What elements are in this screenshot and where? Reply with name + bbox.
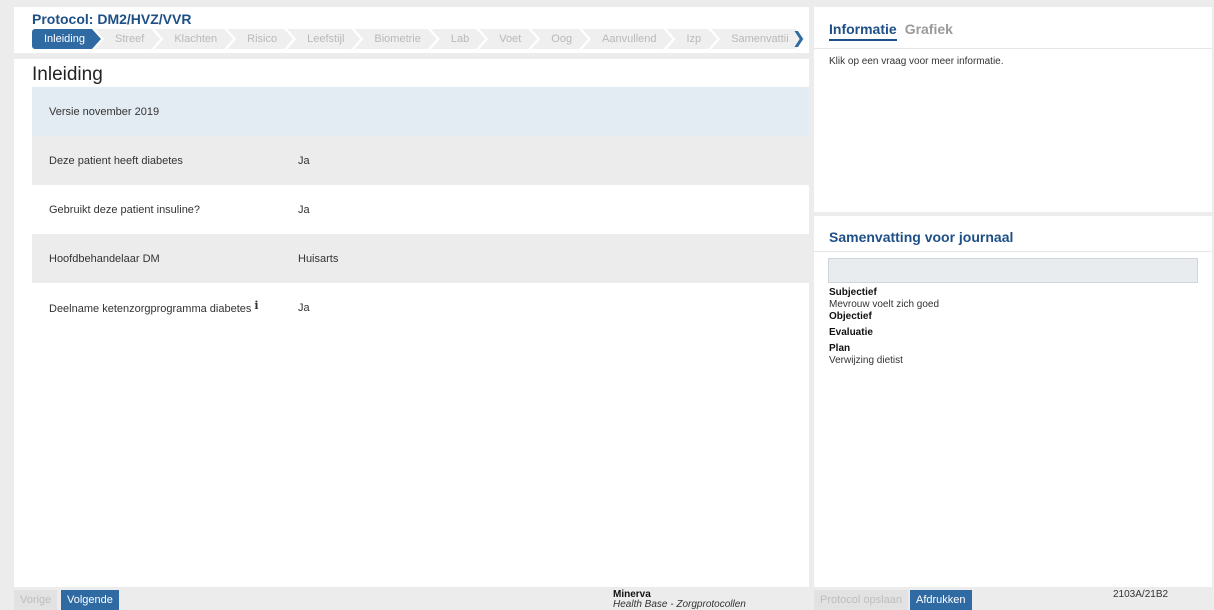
footer: Vorige Volgende Minerva Health Base - Zo… xyxy=(0,589,1214,610)
summary-body: Subjectief Mevrouw voelt zich goed Objec… xyxy=(829,287,939,367)
question-list: Versie november 2019 Deze patient heeft … xyxy=(32,87,809,332)
question-label: Hoofdbehandelaar DM xyxy=(49,253,160,265)
question-row[interactable]: Hoofdbehandelaar DM Huisarts xyxy=(32,234,809,283)
step-inleiding[interactable]: Inleiding xyxy=(32,29,101,49)
step-voet[interactable]: Voet xyxy=(479,29,537,49)
save-protocol-button[interactable]: Protocol opslaan xyxy=(814,590,908,610)
question-label: Deze patient heeft diabetes xyxy=(49,155,183,167)
protocol-title: Protocol: DM2/HVZ/VVR xyxy=(32,11,192,27)
next-button[interactable]: Volgende xyxy=(61,590,119,610)
answer-value[interactable]: Huisarts xyxy=(298,253,338,265)
tab-grafiek[interactable]: Grafiek xyxy=(905,21,953,41)
step-izp[interactable]: Izp xyxy=(667,29,718,49)
step-aanvullend[interactable]: Aanvullend xyxy=(582,29,672,49)
question-row[interactable]: Deze patient heeft diabetes Ja xyxy=(32,136,809,185)
chevron-right-icon[interactable]: ❯ xyxy=(792,28,805,48)
questionnaire-panel: Inleiding Versie november 2019 Deze pati… xyxy=(14,59,809,587)
answer-value[interactable]: Ja xyxy=(298,204,310,216)
question-label: Deelname ketenzorgprogramma diabetes i xyxy=(49,299,259,315)
step-risico[interactable]: Risico xyxy=(227,29,293,49)
info-tabs: Informatie Grafiek xyxy=(829,21,953,41)
question-text: Deelname ketenzorgprogramma diabetes xyxy=(49,303,252,315)
protocol-header: Protocol: DM2/HVZ/VVR Inleiding Streef K… xyxy=(14,7,809,53)
plan-text: Verwijzing dietist xyxy=(829,355,903,366)
step-streef[interactable]: Streef xyxy=(95,29,160,49)
evaluatie-label: Evaluatie xyxy=(829,327,873,338)
answer-value[interactable]: Ja xyxy=(298,155,310,167)
protocol-steps: Inleiding Streef Klachten Risico Leefsti… xyxy=(32,29,799,49)
divider xyxy=(814,48,1212,49)
version-text: Versie november 2019 xyxy=(49,106,160,118)
subjectief-label: Subjectief xyxy=(829,287,877,298)
step-samenvatting[interactable]: Samenvattii xyxy=(711,29,804,49)
plan-label: Plan xyxy=(829,343,851,354)
info-text: Klik op een vraag voor meer informatie. xyxy=(829,56,1004,67)
info-icon[interactable]: i xyxy=(254,299,258,312)
step-leefstijl[interactable]: Leefstijl xyxy=(287,29,360,49)
divider xyxy=(814,251,1212,252)
summary-title: Samenvatting voor journaal xyxy=(829,229,1014,245)
previous-button[interactable]: Vorige xyxy=(14,590,58,610)
answer-value[interactable]: Ja xyxy=(298,302,310,314)
objectief-label: Objectief xyxy=(829,311,872,322)
page-title: Inleiding xyxy=(32,64,103,85)
step-lab[interactable]: Lab xyxy=(431,29,485,49)
step-oog[interactable]: Oog xyxy=(531,29,588,49)
summary-input[interactable] xyxy=(828,258,1198,283)
summary-panel: Samenvatting voor journaal Subjectief Me… xyxy=(814,216,1212,587)
version-label: 2103A/21B2 xyxy=(1113,589,1169,600)
print-button[interactable]: Afdrukken xyxy=(910,590,972,610)
app-subtitle: Health Base - Zorgprotocollen xyxy=(613,599,746,610)
question-row[interactable]: Deelname ketenzorgprogramma diabetes i Ja xyxy=(32,283,809,332)
step-klachten[interactable]: Klachten xyxy=(154,29,233,49)
question-row[interactable]: Gebruikt deze patient insuline? Ja xyxy=(32,185,809,234)
subjectief-text: Mevrouw voelt zich goed xyxy=(829,299,940,310)
version-row: Versie november 2019 xyxy=(32,87,809,136)
question-label: Gebruikt deze patient insuline? xyxy=(49,204,201,216)
step-biometrie[interactable]: Biometrie xyxy=(354,29,436,49)
tab-informatie[interactable]: Informatie xyxy=(829,21,897,41)
info-panel: Informatie Grafiek Klik op een vraag voo… xyxy=(814,7,1212,212)
